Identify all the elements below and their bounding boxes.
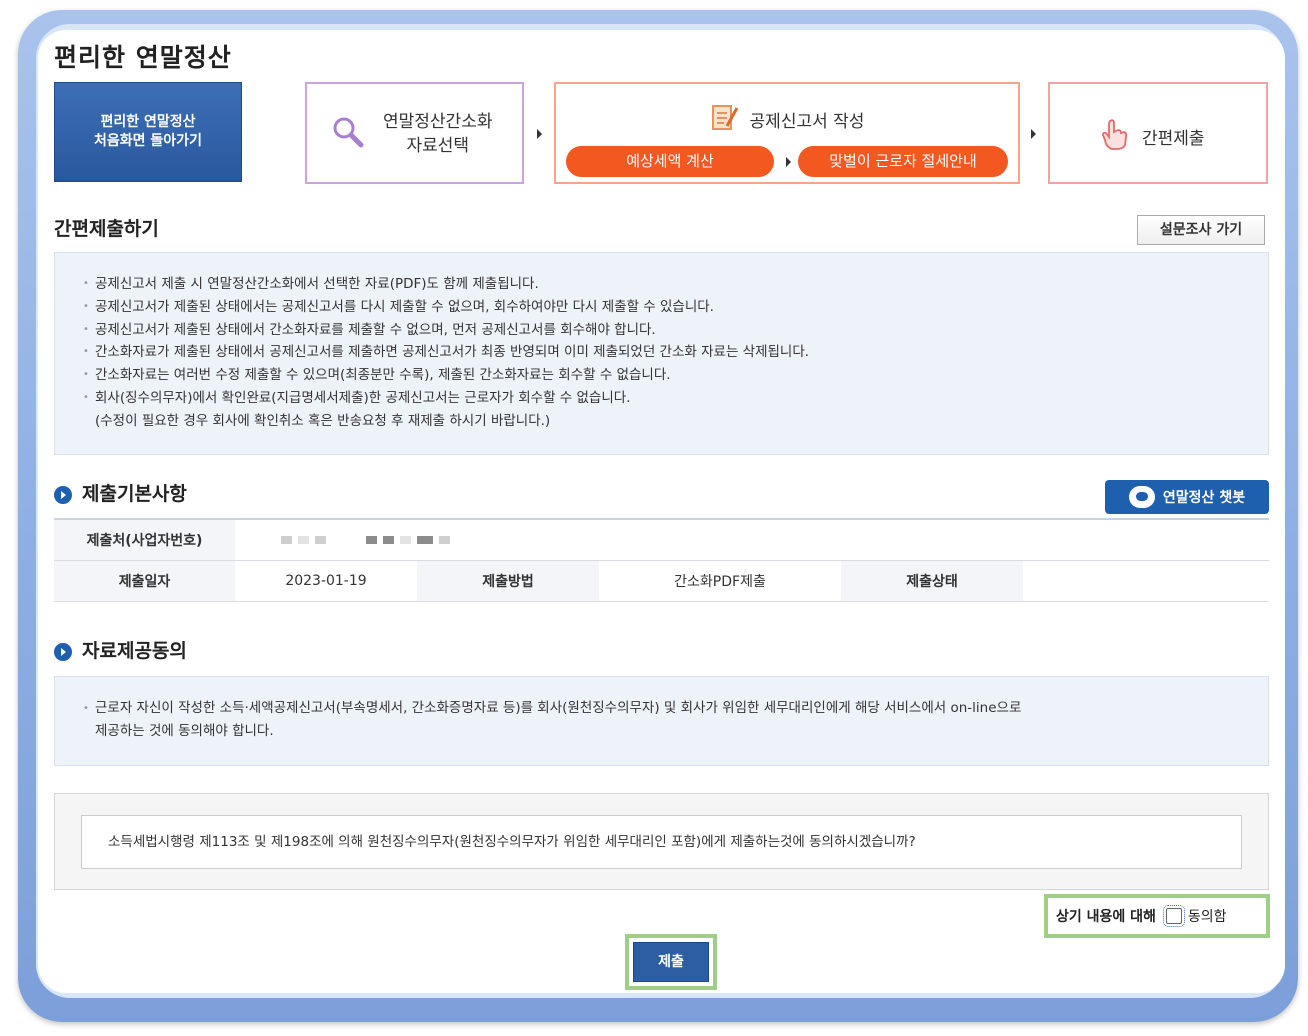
step-select-data[interactable]: 연말정산간소화 자료선택	[305, 82, 524, 184]
bullet-arrow-icon	[54, 642, 72, 661]
home-button[interactable]: 편리한 연말정산 처음화면 돌아가기	[54, 82, 242, 182]
section-title-consent: 자료제공동의	[54, 636, 187, 663]
status-header: 제출상태	[841, 560, 1023, 602]
notice-subtext: (수정이 필요한 경우 회사에 확인취소 혹은 반송요청 후 재제출 하시기 바…	[95, 412, 551, 429]
submitter-header: 제출처(사업자번호)	[54, 519, 235, 561]
main-page: 편리한 연말정산 편리한 연말정산 처음화면 돌아가기 연말정산간소화 자료선택	[38, 30, 1285, 993]
date-value: 2023-01-19	[235, 560, 417, 602]
table-row: 제출일자 2023-01-19 제출방법 간소화PDF제출 제출상태	[54, 560, 1269, 602]
home-button-line1: 편리한 연말정산	[100, 114, 196, 130]
arrow-right-small-icon	[786, 157, 791, 167]
chatbot-label: 연말정산 챗봇	[1162, 490, 1246, 506]
consent-title: 자료제공동의	[82, 640, 187, 662]
chatbot-icon	[1128, 486, 1155, 508]
method-value: 간소화PDF제출	[599, 560, 841, 602]
magnifier-icon	[331, 115, 365, 153]
date-header: 제출일자	[54, 560, 235, 602]
estimated-tax-button[interactable]: 예상세액 계산	[566, 146, 774, 177]
bullet-arrow-icon	[54, 485, 72, 504]
arrow-right-icon	[537, 129, 542, 139]
step1-line1: 연말정산간소화	[383, 112, 493, 132]
notice-item: 공제신고서가 제출된 상태에서 간소화자료를 제출할 수 없으며, 먼저 공제신…	[83, 319, 1268, 342]
agree-area: 상기 내용에 대해 동의함	[1044, 894, 1270, 938]
notice-item: 회사(징수의무자)에서 확인완료(지급명세서제출)한 공제신고서는 근로자가 회…	[83, 387, 1268, 410]
step3-label: 간편제출	[1142, 129, 1205, 149]
section-title-submit: 간편제출하기	[54, 218, 159, 240]
pointing-hand-icon	[1100, 118, 1130, 155]
consent-question: 소득세법시행령 제113조 및 제198조에 의해 원천징수의무자(원천징수의무…	[81, 815, 1242, 869]
dual-income-guide-button[interactable]: 맞벌이 근로자 절세안내	[798, 146, 1008, 177]
submit-button[interactable]: 제출	[633, 942, 709, 982]
table-row: 제출처(사업자번호)	[54, 519, 1269, 561]
step1-line2: 자료선택	[406, 136, 470, 156]
consent-text: 근로자 자신이 작성한 소득·세액공제신고서(부속명세서, 간소화증명자료 등)…	[83, 697, 1268, 743]
step2-label: 공제신고서 작성	[749, 112, 865, 132]
agree-checkbox[interactable]	[1162, 905, 1185, 927]
agree-label[interactable]: 동의함	[1188, 906, 1227, 926]
consent-question-box: 소득세법시행령 제113조 및 제198조에 의해 원천징수의무자(원천징수의무…	[54, 793, 1269, 890]
step-simple-submit[interactable]: 간편제출	[1048, 82, 1268, 184]
notice-item: 간소화자료가 제출된 상태에서 공제신고서를 제출하면 공제신고서가 최종 반영…	[83, 341, 1268, 364]
document-pencil-icon	[710, 102, 740, 137]
survey-button[interactable]: 설문조사 가기	[1137, 215, 1265, 245]
home-button-line2: 처음화면 돌아가기	[94, 133, 202, 149]
chatbot-button[interactable]: 연말정산 챗봇	[1105, 480, 1269, 514]
page-title: 편리한 연말정산	[54, 43, 232, 72]
step-write-deduction[interactable]: 공제신고서 작성 예상세액 계산 맞벌이 근로자 절세안내	[554, 82, 1020, 184]
status-value	[1023, 560, 1269, 602]
consent-text-line1: 근로자 자신이 작성한 소득·세액공제신고서(부속명세서, 간소화증명자료 등)…	[95, 700, 1022, 716]
consent-notice-box: 근로자 자신이 작성한 소득·세액공제신고서(부속명세서, 간소화증명자료 등)…	[54, 676, 1269, 766]
agree-prefix: 상기 내용에 대해	[1056, 909, 1156, 925]
submit-highlight: 제출	[625, 934, 717, 990]
notice-item: 공제신고서 제출 시 연말정산간소화에서 선택한 자료(PDF)도 함께 제출됩…	[83, 273, 1268, 296]
basic-info-title: 제출기본사항	[82, 483, 187, 505]
arrow-right-icon	[1031, 129, 1036, 139]
submitter-value-redacted	[235, 519, 1269, 561]
consent-text-line2: 제공하는 것에 동의해야 합니다.	[95, 723, 274, 739]
method-header: 제출방법	[417, 560, 599, 602]
notice-item: 간소화자료는 여러번 수정 제출할 수 있으며(최종분만 수록), 제출된 간소…	[83, 364, 1268, 387]
section-title-basic-info: 제출기본사항	[54, 479, 187, 506]
notice-item: 공제신고서가 제출된 상태에서는 공제신고서를 다시 제출할 수 없으며, 회수…	[83, 296, 1268, 319]
notice-box: 공제신고서 제출 시 연말정산간소화에서 선택한 자료(PDF)도 함께 제출됩…	[54, 252, 1269, 455]
basic-info-table: 제출처(사업자번호) 제출일자 2023-01-19 제출방법 간소화PDF제출…	[54, 518, 1269, 602]
